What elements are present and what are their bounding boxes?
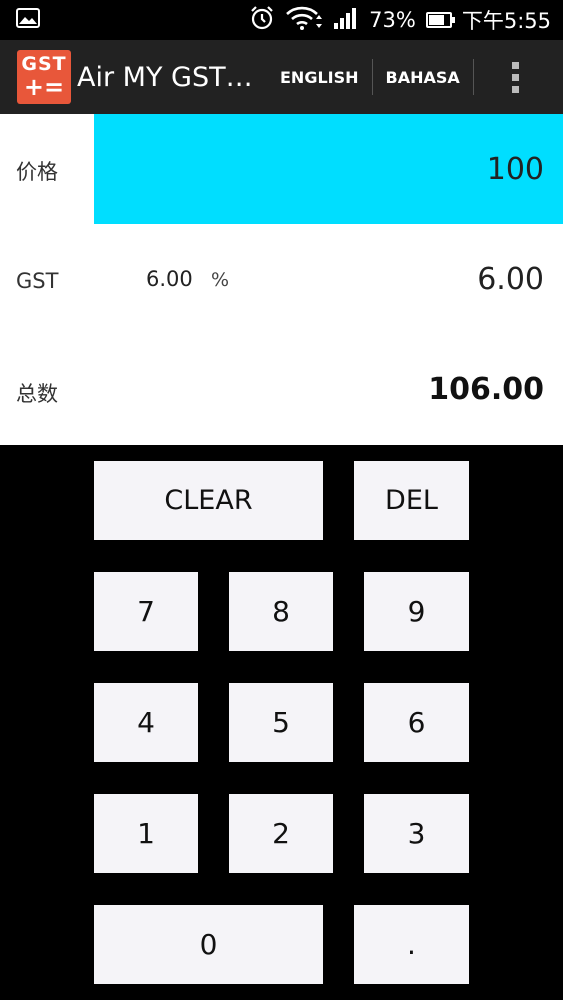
overflow-dot	[512, 85, 520, 93]
decimal-point-button[interactable]: .	[354, 905, 469, 984]
price-label: 价格	[16, 160, 58, 184]
alarm-icon	[249, 5, 275, 36]
gst-label: GST	[16, 269, 59, 293]
app-title: Air MY GST…	[77, 61, 253, 93]
key-1[interactable]: 1	[94, 794, 198, 873]
key-7[interactable]: 7	[94, 572, 198, 651]
overflow-dot	[512, 61, 520, 69]
overflow-dot	[512, 73, 520, 81]
battery-tip	[451, 17, 455, 23]
key-3[interactable]: 3	[364, 794, 469, 873]
total-label: 总数	[16, 382, 58, 406]
gst-amount: 6.00	[477, 262, 544, 297]
gst-rate-input[interactable]: 6.00	[146, 267, 193, 291]
battery-fill	[428, 15, 444, 25]
calculator-display: 价格 100 GST 6.00 % 6.00 总数 106.00	[0, 114, 563, 445]
action-bar: GST += Air MY GST… ENGLISH BAHASA	[0, 40, 563, 114]
price-input[interactable]: 100	[94, 114, 563, 224]
logo-text: GST	[21, 53, 67, 75]
key-4[interactable]: 4	[94, 683, 198, 762]
english-button[interactable]: ENGLISH	[267, 59, 372, 95]
key-8[interactable]: 8	[229, 572, 333, 651]
delete-button[interactable]: DEL	[354, 461, 469, 540]
key-2[interactable]: 2	[229, 794, 333, 873]
bahasa-button[interactable]: BAHASA	[373, 59, 473, 95]
clear-button[interactable]: CLEAR	[94, 461, 323, 540]
total-amount: 106.00	[428, 372, 544, 407]
gallery-icon	[16, 8, 40, 32]
key-9[interactable]: 9	[364, 572, 469, 651]
key-0[interactable]: 0	[94, 905, 323, 984]
app-logo[interactable]: GST +=	[17, 50, 71, 104]
status-bar: 73% 下午5:55	[0, 0, 563, 40]
key-5[interactable]: 5	[229, 683, 333, 762]
overflow-menu-icon[interactable]	[504, 57, 528, 97]
battery-percent: 73%	[369, 8, 416, 32]
key-6[interactable]: 6	[364, 683, 469, 762]
action-divider	[472, 59, 474, 95]
status-right: 73% 下午5:55	[249, 5, 551, 36]
status-left	[16, 8, 40, 32]
wifi-icon	[285, 6, 323, 35]
gst-percent-symbol: %	[211, 269, 230, 291]
signal-icon	[333, 6, 359, 35]
logo-symbols: +=	[23, 73, 65, 101]
battery-icon	[425, 12, 455, 28]
clock: 下午5:55	[461, 9, 551, 33]
